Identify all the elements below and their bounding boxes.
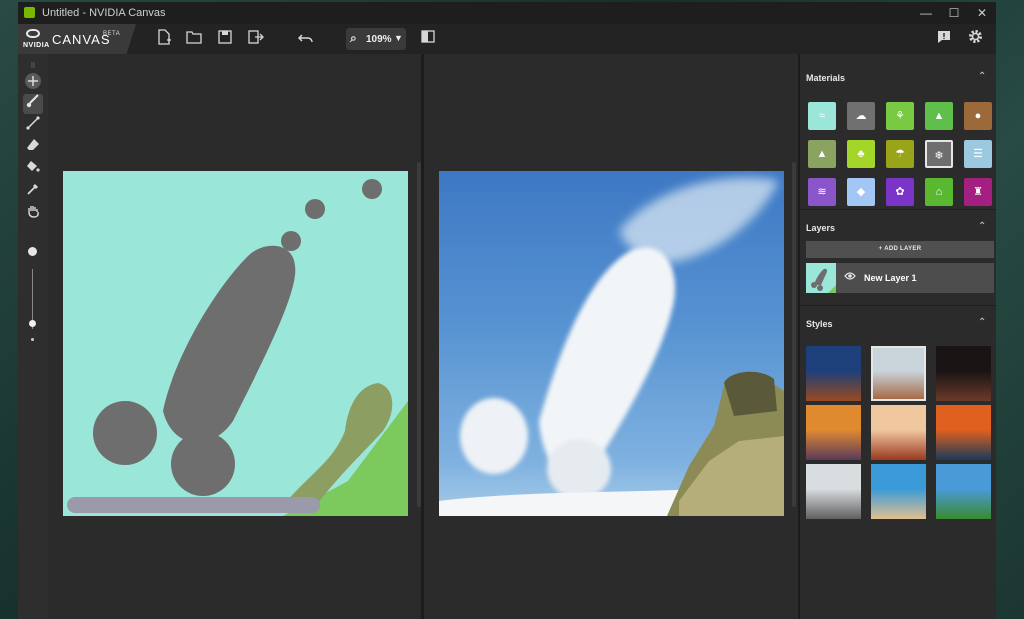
brush-size-handle[interactable] [29,319,36,327]
brush-size-max [28,247,37,256]
chevron-up-icon[interactable]: ⌃ [978,221,986,232]
eraser-tool[interactable] [23,138,43,158]
zoom-select[interactable]: ⌕ 109% ▼ [346,28,406,50]
layer-thumbnail [806,263,836,293]
material-flowers-button[interactable]: ✿ [886,178,914,206]
segmentation-canvas[interactable] [63,171,408,516]
style-8-thumbnail[interactable] [871,464,926,519]
material-mountain-button[interactable]: ▲ [925,102,953,130]
style-6-thumbnail[interactable] [936,405,991,460]
material-structure-button[interactable]: ♜ [964,178,992,206]
layer-row[interactable]: New Layer 1 [806,263,994,293]
material-dirt-button[interactable]: ● [964,102,992,130]
compare-view-icon[interactable] [418,29,440,49]
export-icon[interactable] [245,29,267,49]
hand-tool[interactable] [23,204,43,224]
new-file-icon[interactable] [153,29,175,49]
material-fog-button[interactable]: ☰ [964,140,992,168]
save-icon[interactable] [214,29,236,49]
chevron-up-icon[interactable]: ⌃ [978,317,986,328]
tool-palette: ⠿ [18,54,48,619]
feedback-icon[interactable] [933,29,955,49]
workspace [48,54,798,619]
layer-name: New Layer 1 [864,273,917,283]
app-name: CANVAS [52,32,111,47]
material-grass-button[interactable]: ⚘ [886,102,914,130]
app-icon [24,7,35,18]
settings-icon[interactable] [964,29,986,49]
chevron-down-icon: ▼ [394,33,403,43]
style-3-thumbnail[interactable] [936,346,991,401]
pan-tool[interactable] [23,72,43,92]
magnifier-icon: ⌕ [350,31,357,45]
style-1-thumbnail[interactable] [806,346,861,401]
material-house-button[interactable]: ⌂ [925,178,953,206]
right-panel: Materials ⌃ ≈ ☁ ⚘ ▲ ● ▲ ♣ ☂ ❄ ☰ ≋ ◆ ✿ ⌂ ♜ Layers ⌃ + A… [798,54,996,619]
material-snow-button[interactable]: ❄ [925,140,953,168]
close-button[interactable]: ✕ [968,5,996,21]
maximize-button[interactable]: ☐ [940,5,968,21]
toolbar: NVIDIA CANVAS BETA ⌕ 109% ▼ [18,24,996,54]
visibility-eye-icon[interactable] [844,271,856,284]
styles-heading: Styles [806,319,833,329]
open-folder-icon[interactable] [183,29,205,49]
style-7-thumbnail[interactable] [806,464,861,519]
material-bush-button[interactable]: ☂ [886,140,914,168]
style-5-thumbnail[interactable] [871,405,926,460]
eyedropper-tool[interactable] [23,182,43,202]
material-water-button[interactable]: ≈ [808,102,836,130]
fill-tool[interactable] [23,160,43,180]
undo-icon[interactable] [295,29,317,49]
materials-heading: Materials [806,73,846,83]
brush-size-min [31,338,34,341]
layers-heading: Layers [806,223,836,233]
zoom-value: 109% [366,34,392,45]
material-ice-button[interactable]: ◆ [847,178,875,206]
brush-tool[interactable] [23,94,43,114]
window-title: Untitled - NVIDIA Canvas [42,7,166,19]
split-divider[interactable] [421,54,424,619]
style-4-thumbnail[interactable] [806,405,861,460]
beta-badge: BETA [103,31,121,37]
add-layer-button[interactable]: + ADD LAYER [806,241,994,258]
style-2-thumbnail[interactable] [871,346,926,401]
nvidia-logo-icon [26,29,40,38]
divider [800,305,996,306]
generated-image [439,171,784,516]
line-tool[interactable] [23,116,43,136]
left-scrollbar[interactable] [417,162,421,507]
material-hill-button[interactable]: ▲ [808,140,836,168]
app-window: Untitled - NVIDIA Canvas — ☐ ✕ NVIDIA CA… [18,2,996,619]
minimize-button[interactable]: — [912,5,940,21]
nvidia-wordmark: NVIDIA [23,42,50,49]
right-scrollbar[interactable] [792,162,796,507]
material-tree-button[interactable]: ♣ [847,140,875,168]
brand: NVIDIA CANVAS BETA [18,24,136,54]
chevron-up-icon[interactable]: ⌃ [978,71,986,82]
material-cloud-button[interactable]: ☁ [847,102,875,130]
divider [800,209,996,210]
style-9-thumbnail[interactable] [936,464,991,519]
title-bar: Untitled - NVIDIA Canvas — ☐ ✕ [18,2,996,24]
material-river-button[interactable]: ≋ [808,178,836,206]
